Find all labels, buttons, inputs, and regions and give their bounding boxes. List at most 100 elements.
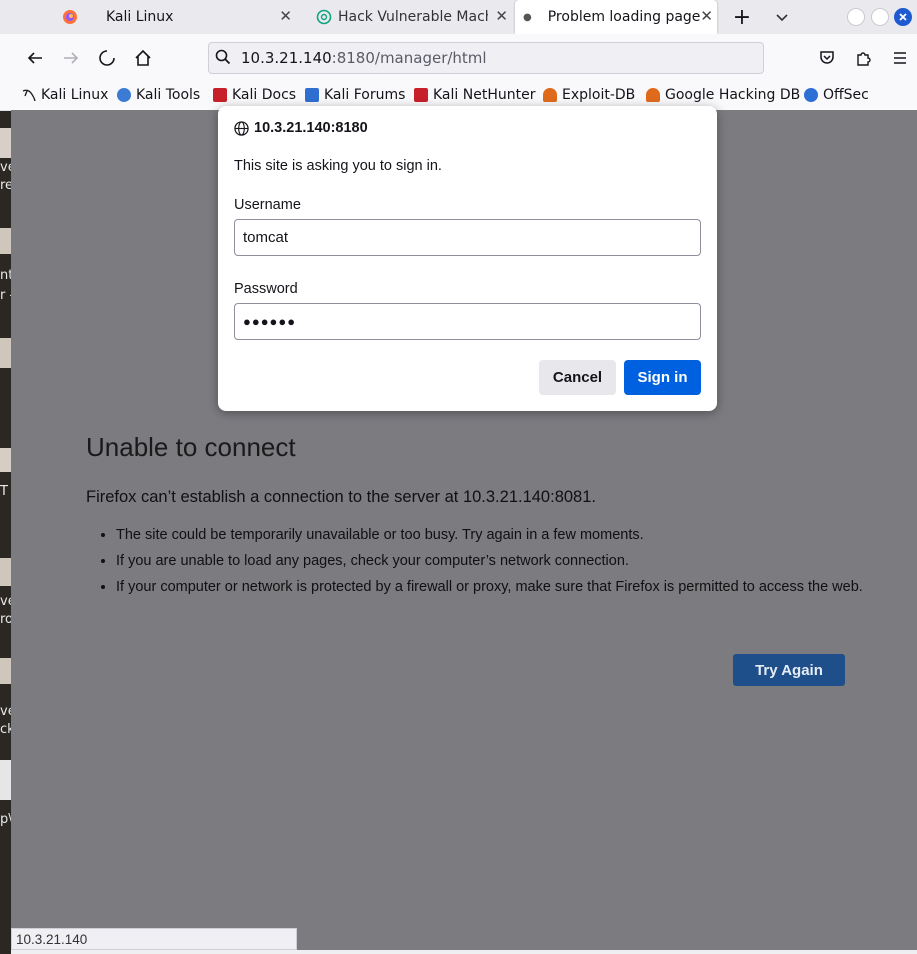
bg-fragment: nt [0, 268, 11, 283]
list-item: If you are unable to load any pages, che… [116, 552, 876, 571]
back-arrow-icon [27, 52, 42, 64]
password-field[interactable]: ●●●●●● [234, 303, 701, 340]
tab-bar: Kali Linux ✕ Hack Vulnerable Machi ✕ ● P… [0, 0, 917, 34]
close-icon[interactable]: ✕ [279, 8, 292, 24]
sign-in-button[interactable]: Sign in [624, 360, 701, 395]
tab-list-button[interactable] [770, 0, 794, 34]
username-label: Username [234, 197, 301, 213]
dialog-host-text: 10.3.21.140:8180 [254, 120, 368, 136]
ghdb-icon [646, 88, 660, 102]
tab-title: Kali Linux [106, 9, 174, 25]
tab-firefox-view[interactable] [52, 0, 90, 34]
chevron-down-icon [776, 14, 788, 22]
bg-fragment: r - [0, 288, 11, 303]
error-description: Firefox can’t establish a connection to … [86, 488, 596, 506]
pocket-button[interactable] [815, 46, 839, 70]
password-label: Password [234, 281, 298, 297]
bookmark-exploit-db[interactable]: Exploit-DB [543, 85, 635, 105]
bookmark-kali-forums[interactable]: Kali Forums [305, 85, 405, 105]
bg-block [0, 760, 11, 800]
home-icon [135, 49, 151, 66]
bookmark-kali-linux[interactable]: Kali Linux [22, 85, 108, 105]
dialog-host: 10.3.21.140:8180 [234, 120, 368, 136]
kali-forums-icon [305, 88, 319, 102]
home-button[interactable] [131, 46, 155, 70]
bg-fragment: ve [0, 704, 11, 719]
bookmark-kali-tools[interactable]: Kali Tools [117, 85, 200, 105]
kali-dragon-icon [22, 89, 36, 102]
bookmark-label: Google Hacking DB [665, 87, 801, 103]
extensions-button[interactable] [852, 46, 876, 70]
bookmark-kali-nethunter[interactable]: Kali NetHunter [414, 85, 535, 105]
close-icon[interactable]: ✕ [700, 8, 713, 24]
bg-fragment: ve [0, 160, 11, 175]
tab-title: Hack Vulnerable Machi [338, 9, 488, 25]
background-window-strip: is d ve re nt r - T ve ro ve ck p\ [0, 38, 11, 954]
bg-block [0, 448, 11, 472]
url-text[interactable]: 10.3.21.140:8180/manager/html [241, 49, 487, 67]
error-title: Unable to connect [86, 432, 296, 462]
username-field[interactable] [234, 219, 701, 256]
maximize-button[interactable] [871, 8, 889, 26]
chatgpt-icon [316, 9, 332, 25]
window-bottom-edge [11, 950, 917, 954]
menu-button[interactable] [888, 46, 912, 70]
loading-spinner-icon [99, 50, 115, 66]
bg-fragment: ck [0, 722, 11, 737]
status-bar: 10.3.21.140 [11, 928, 297, 950]
reload-button[interactable] [95, 46, 119, 70]
url-host: 10.3.21.140 [241, 49, 332, 67]
firefox-icon [63, 10, 77, 24]
kali-tools-icon [117, 88, 131, 102]
bookmark-label: Kali Forums [324, 87, 406, 103]
pocket-icon [820, 51, 834, 64]
globe-icon [234, 120, 249, 136]
tab-problem-loading[interactable]: ● Problem loading page ✕ [515, 0, 717, 34]
bookmark-label: Kali Linux [41, 87, 109, 103]
minimize-button[interactable] [847, 8, 865, 26]
close-window-button[interactable] [894, 8, 912, 26]
url-path: :8180/manager/html [331, 49, 487, 67]
close-icon [899, 13, 907, 21]
close-icon[interactable]: ✕ [495, 8, 508, 24]
exploit-db-icon [543, 88, 557, 102]
try-again-button[interactable]: Try Again [733, 654, 845, 686]
tab-title: Problem loading page [547, 9, 701, 25]
puzzle-icon [857, 52, 871, 66]
error-suggestions: The site could be temporarily unavailabl… [86, 526, 876, 604]
bookmark-offsec[interactable]: OffSec [804, 85, 869, 105]
kali-docs-icon [213, 88, 227, 102]
tab-hack-vulnerable[interactable]: Hack Vulnerable Machi ✕ [306, 0, 512, 34]
loading-dot-icon: ● [523, 11, 532, 23]
hamburger-menu-icon [894, 52, 906, 64]
bg-fragment: re [0, 178, 11, 193]
bg-fragment: ro [0, 612, 11, 627]
search-icon [215, 49, 231, 65]
list-item: The site could be temporarily unavailabl… [116, 526, 876, 545]
list-item: If your computer or network is protected… [116, 578, 876, 597]
bg-fragment: p\ [0, 812, 11, 827]
bookmark-label: OffSec [823, 87, 869, 103]
bookmark-google-hacking-db[interactable]: Google Hacking DB [646, 85, 800, 105]
kali-nethunter-icon [414, 88, 428, 102]
forward-button[interactable] [59, 46, 83, 70]
bookmark-label: Kali NetHunter [433, 87, 536, 103]
bg-block [0, 128, 11, 158]
new-tab-button[interactable]: + [728, 0, 756, 34]
bookmark-label: Exploit-DB [562, 87, 636, 103]
tab-kali-linux[interactable]: Kali Linux ✕ [96, 0, 302, 34]
bg-block [0, 658, 11, 684]
cancel-button[interactable]: Cancel [539, 360, 616, 395]
bookmark-label: Kali Docs [232, 87, 297, 103]
offsec-icon [804, 88, 818, 102]
bookmark-label: Kali Tools [136, 87, 201, 103]
dialog-message: This site is asking you to sign in. [234, 158, 442, 174]
bg-fragment: T [0, 484, 8, 499]
bg-fragment: ve [0, 594, 11, 609]
bg-block [0, 338, 11, 368]
forward-arrow-icon [64, 52, 79, 64]
back-button[interactable] [23, 46, 47, 70]
bookmark-kali-docs[interactable]: Kali Docs [213, 85, 296, 105]
bg-block [0, 228, 11, 254]
bg-block [0, 558, 11, 586]
